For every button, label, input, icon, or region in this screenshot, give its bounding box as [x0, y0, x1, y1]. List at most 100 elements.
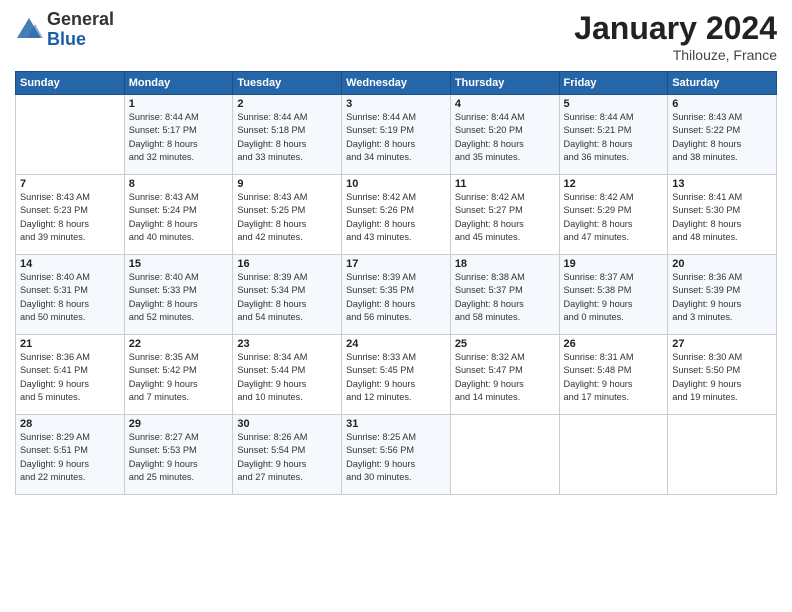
day-number: 12	[564, 178, 664, 190]
day-number: 11	[455, 178, 555, 190]
day-cell: 1 Sunrise: 8:44 AMSunset: 5:17 PMDayligh…	[124, 95, 233, 175]
day-number: 29	[129, 418, 229, 430]
day-cell: 18 Sunrise: 8:38 AMSunset: 5:37 PMDaylig…	[450, 255, 559, 335]
logo-general: General	[47, 10, 114, 30]
header-thursday: Thursday	[450, 72, 559, 95]
day-info: Sunrise: 8:32 AMSunset: 5:47 PMDaylight:…	[455, 351, 555, 404]
day-cell	[450, 415, 559, 495]
day-cell: 14 Sunrise: 8:40 AMSunset: 5:31 PMDaylig…	[16, 255, 125, 335]
day-number: 17	[346, 258, 446, 270]
logo-text: General Blue	[47, 10, 114, 50]
day-number: 20	[672, 258, 772, 270]
logo-icon	[15, 16, 43, 44]
day-number: 5	[564, 98, 664, 110]
day-number: 22	[129, 338, 229, 350]
day-number: 7	[20, 178, 120, 190]
day-info: Sunrise: 8:30 AMSunset: 5:50 PMDaylight:…	[672, 351, 772, 404]
day-cell: 28 Sunrise: 8:29 AMSunset: 5:51 PMDaylig…	[16, 415, 125, 495]
week-row-2: 14 Sunrise: 8:40 AMSunset: 5:31 PMDaylig…	[16, 255, 777, 335]
day-cell: 17 Sunrise: 8:39 AMSunset: 5:35 PMDaylig…	[342, 255, 451, 335]
day-cell: 4 Sunrise: 8:44 AMSunset: 5:20 PMDayligh…	[450, 95, 559, 175]
day-number: 21	[20, 338, 120, 350]
day-number: 15	[129, 258, 229, 270]
week-row-1: 7 Sunrise: 8:43 AMSunset: 5:23 PMDayligh…	[16, 175, 777, 255]
day-number: 16	[237, 258, 337, 270]
day-cell: 8 Sunrise: 8:43 AMSunset: 5:24 PMDayligh…	[124, 175, 233, 255]
day-number: 13	[672, 178, 772, 190]
day-number: 31	[346, 418, 446, 430]
day-info: Sunrise: 8:44 AMSunset: 5:20 PMDaylight:…	[455, 111, 555, 164]
month-title: January 2024	[574, 10, 777, 47]
calendar-table: Sunday Monday Tuesday Wednesday Thursday…	[15, 71, 777, 495]
day-info: Sunrise: 8:40 AMSunset: 5:31 PMDaylight:…	[20, 271, 120, 324]
day-number: 27	[672, 338, 772, 350]
day-cell: 3 Sunrise: 8:44 AMSunset: 5:19 PMDayligh…	[342, 95, 451, 175]
day-info: Sunrise: 8:42 AMSunset: 5:27 PMDaylight:…	[455, 191, 555, 244]
header-saturday: Saturday	[668, 72, 777, 95]
day-number: 3	[346, 98, 446, 110]
day-number: 9	[237, 178, 337, 190]
day-number: 18	[455, 258, 555, 270]
day-number: 28	[20, 418, 120, 430]
day-cell: 26 Sunrise: 8:31 AMSunset: 5:48 PMDaylig…	[559, 335, 668, 415]
day-number: 23	[237, 338, 337, 350]
day-info: Sunrise: 8:37 AMSunset: 5:38 PMDaylight:…	[564, 271, 664, 324]
day-number: 25	[455, 338, 555, 350]
day-info: Sunrise: 8:35 AMSunset: 5:42 PMDaylight:…	[129, 351, 229, 404]
day-cell: 20 Sunrise: 8:36 AMSunset: 5:39 PMDaylig…	[668, 255, 777, 335]
day-cell	[559, 415, 668, 495]
day-info: Sunrise: 8:36 AMSunset: 5:39 PMDaylight:…	[672, 271, 772, 324]
day-cell: 10 Sunrise: 8:42 AMSunset: 5:26 PMDaylig…	[342, 175, 451, 255]
day-number: 4	[455, 98, 555, 110]
day-cell: 19 Sunrise: 8:37 AMSunset: 5:38 PMDaylig…	[559, 255, 668, 335]
week-row-3: 21 Sunrise: 8:36 AMSunset: 5:41 PMDaylig…	[16, 335, 777, 415]
day-number: 6	[672, 98, 772, 110]
day-cell: 22 Sunrise: 8:35 AMSunset: 5:42 PMDaylig…	[124, 335, 233, 415]
header-sunday: Sunday	[16, 72, 125, 95]
day-info: Sunrise: 8:44 AMSunset: 5:21 PMDaylight:…	[564, 111, 664, 164]
weekday-header-row: Sunday Monday Tuesday Wednesday Thursday…	[16, 72, 777, 95]
day-cell: 21 Sunrise: 8:36 AMSunset: 5:41 PMDaylig…	[16, 335, 125, 415]
day-info: Sunrise: 8:44 AMSunset: 5:18 PMDaylight:…	[237, 111, 337, 164]
day-cell	[16, 95, 125, 175]
day-number: 8	[129, 178, 229, 190]
week-row-0: 1 Sunrise: 8:44 AMSunset: 5:17 PMDayligh…	[16, 95, 777, 175]
day-info: Sunrise: 8:44 AMSunset: 5:17 PMDaylight:…	[129, 111, 229, 164]
day-info: Sunrise: 8:39 AMSunset: 5:35 PMDaylight:…	[346, 271, 446, 324]
logo: General Blue	[15, 10, 114, 50]
day-cell: 16 Sunrise: 8:39 AMSunset: 5:34 PMDaylig…	[233, 255, 342, 335]
header: General Blue January 2024 Thilouze, Fran…	[15, 10, 777, 63]
location: Thilouze, France	[574, 47, 777, 63]
day-cell: 12 Sunrise: 8:42 AMSunset: 5:29 PMDaylig…	[559, 175, 668, 255]
day-info: Sunrise: 8:26 AMSunset: 5:54 PMDaylight:…	[237, 431, 337, 484]
day-info: Sunrise: 8:43 AMSunset: 5:23 PMDaylight:…	[20, 191, 120, 244]
day-cell: 11 Sunrise: 8:42 AMSunset: 5:27 PMDaylig…	[450, 175, 559, 255]
day-info: Sunrise: 8:27 AMSunset: 5:53 PMDaylight:…	[129, 431, 229, 484]
day-info: Sunrise: 8:33 AMSunset: 5:45 PMDaylight:…	[346, 351, 446, 404]
day-info: Sunrise: 8:25 AMSunset: 5:56 PMDaylight:…	[346, 431, 446, 484]
calendar-page: General Blue January 2024 Thilouze, Fran…	[0, 0, 792, 612]
day-info: Sunrise: 8:43 AMSunset: 5:22 PMDaylight:…	[672, 111, 772, 164]
logo-blue: Blue	[47, 30, 114, 50]
day-number: 19	[564, 258, 664, 270]
header-wednesday: Wednesday	[342, 72, 451, 95]
day-cell	[668, 415, 777, 495]
day-cell: 5 Sunrise: 8:44 AMSunset: 5:21 PMDayligh…	[559, 95, 668, 175]
day-info: Sunrise: 8:36 AMSunset: 5:41 PMDaylight:…	[20, 351, 120, 404]
day-number: 2	[237, 98, 337, 110]
day-cell: 27 Sunrise: 8:30 AMSunset: 5:50 PMDaylig…	[668, 335, 777, 415]
day-info: Sunrise: 8:41 AMSunset: 5:30 PMDaylight:…	[672, 191, 772, 244]
week-row-4: 28 Sunrise: 8:29 AMSunset: 5:51 PMDaylig…	[16, 415, 777, 495]
day-cell: 9 Sunrise: 8:43 AMSunset: 5:25 PMDayligh…	[233, 175, 342, 255]
day-cell: 2 Sunrise: 8:44 AMSunset: 5:18 PMDayligh…	[233, 95, 342, 175]
day-cell: 13 Sunrise: 8:41 AMSunset: 5:30 PMDaylig…	[668, 175, 777, 255]
day-cell: 30 Sunrise: 8:26 AMSunset: 5:54 PMDaylig…	[233, 415, 342, 495]
day-info: Sunrise: 8:44 AMSunset: 5:19 PMDaylight:…	[346, 111, 446, 164]
day-info: Sunrise: 8:42 AMSunset: 5:26 PMDaylight:…	[346, 191, 446, 244]
day-number: 1	[129, 98, 229, 110]
day-info: Sunrise: 8:43 AMSunset: 5:24 PMDaylight:…	[129, 191, 229, 244]
day-cell: 25 Sunrise: 8:32 AMSunset: 5:47 PMDaylig…	[450, 335, 559, 415]
day-info: Sunrise: 8:43 AMSunset: 5:25 PMDaylight:…	[237, 191, 337, 244]
day-cell: 6 Sunrise: 8:43 AMSunset: 5:22 PMDayligh…	[668, 95, 777, 175]
header-friday: Friday	[559, 72, 668, 95]
